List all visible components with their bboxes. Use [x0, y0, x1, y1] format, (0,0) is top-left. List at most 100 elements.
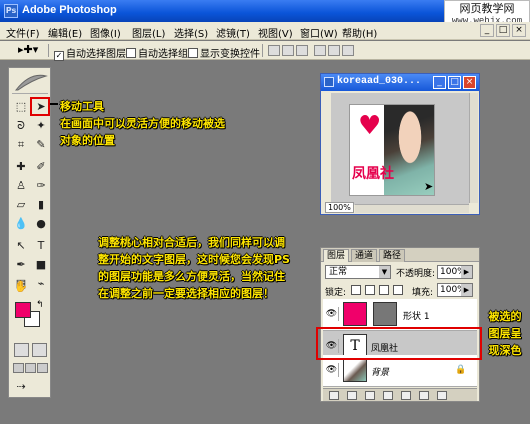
background-thumbnail — [343, 358, 367, 382]
blend-mode-select[interactable]: 正常 ▼ — [325, 265, 391, 279]
options-separator — [262, 44, 263, 57]
align-left-button[interactable] — [314, 45, 326, 56]
lock-position-icon[interactable] — [379, 285, 389, 295]
fill-field[interactable]: 100% ▶ — [437, 283, 473, 297]
align-right-button[interactable] — [342, 45, 354, 56]
auto-select-group-checkbox[interactable]: 自动选择组 — [126, 45, 188, 60]
menu-layer[interactable]: 图层(L) — [132, 25, 165, 40]
zoom-level[interactable]: 100% — [325, 202, 354, 213]
visibility-eye-icon[interactable]: 👁 — [325, 307, 339, 321]
tab-layers[interactable]: 图层 — [323, 249, 350, 262]
checkbox-icon — [126, 48, 136, 58]
watermark-line1: 网页教学网 — [459, 2, 515, 15]
new-group-icon[interactable] — [401, 391, 411, 400]
foreground-color-swatch[interactable] — [15, 302, 31, 318]
tab-channels[interactable]: 通道 — [351, 249, 378, 262]
shape-tool-icon[interactable]: ■ — [33, 257, 49, 273]
screen-mode-standard-button[interactable] — [13, 363, 24, 373]
align-bottom-button[interactable] — [296, 45, 308, 56]
eraser-tool-icon[interactable]: ▱ — [13, 197, 29, 213]
magic-wand-tool-icon[interactable]: ✦ — [33, 118, 49, 134]
layer-name: 背景 — [371, 368, 390, 378]
window-controls: _ □ × — [478, 24, 526, 38]
vertical-scrollbar[interactable] — [469, 93, 478, 203]
move-tool-preset-icon[interactable]: ▸✚▾ — [18, 43, 38, 56]
menu-edit[interactable]: 编辑(E) — [48, 25, 82, 40]
opacity-label: 不透明度: — [396, 269, 436, 279]
adjust-layer-annotation: 调整桃心相对合适后，我们同样可以调整开始的文字图层，这时候您会发现PS的图层功能… — [98, 236, 290, 300]
menu-help[interactable]: 帮助(H) — [342, 25, 377, 40]
minimize-button[interactable]: _ — [480, 24, 494, 37]
type-tool-icon[interactable]: T — [33, 238, 49, 254]
pen-tool-icon[interactable]: ✒ — [13, 257, 29, 273]
feather-icon — [14, 74, 48, 91]
align-middle-button[interactable] — [282, 45, 294, 56]
lock-icon: 🔒 — [455, 365, 467, 375]
chevron-right-icon: ▶ — [461, 266, 472, 278]
menu-image[interactable]: 图像(I) — [90, 25, 121, 40]
image-text-layer[interactable]: 凤凰社 — [352, 163, 394, 183]
chevron-down-icon: ▼ — [379, 266, 390, 278]
options-separator — [48, 44, 49, 57]
auto-select-layer-checkbox[interactable]: ✓ 自动选择图层 — [54, 45, 126, 61]
standard-mode-button[interactable] — [14, 343, 29, 357]
lock-all-icon[interactable] — [393, 285, 403, 295]
screen-mode-full-menu-button[interactable] — [25, 363, 36, 373]
align-top-button[interactable] — [268, 45, 280, 56]
marquee-tool-icon[interactable]: ⬚ — [13, 99, 29, 115]
slice-tool-icon[interactable]: ✎ — [33, 137, 49, 153]
path-select-icon[interactable]: ↖ — [13, 238, 29, 254]
document-title-bar: koreaad_030... _ □ × — [321, 74, 479, 91]
dodge-tool-icon[interactable]: ● — [33, 216, 49, 232]
gradient-tool-icon[interactable]: ▮ — [33, 197, 49, 213]
crop-tool-icon[interactable]: ⌗ — [13, 137, 29, 153]
quick-mask-button[interactable] — [32, 343, 47, 357]
layers-panel-buttons — [323, 388, 477, 401]
jump-to-imageready-icon[interactable]: ⇢ — [13, 379, 29, 395]
history-brush-icon[interactable]: ✑ — [33, 178, 49, 194]
document-image[interactable]: ♥ 凤凰社 ➤ — [349, 104, 435, 196]
menu-filter[interactable]: 滤镜(T) — [216, 25, 250, 40]
new-layer-icon[interactable] — [419, 391, 429, 400]
screen-mode-full-button[interactable] — [37, 363, 48, 373]
menu-select[interactable]: 选择(S) — [174, 25, 208, 40]
healing-brush-icon[interactable]: ✚ — [13, 159, 29, 175]
move-tool-highlight-box — [30, 97, 50, 116]
horizontal-scrollbar[interactable] — [355, 204, 469, 213]
layer-style-icon[interactable] — [347, 391, 357, 400]
lock-transparency-icon[interactable] — [351, 285, 361, 295]
eyedropper-icon[interactable]: ⌁ — [33, 276, 49, 292]
restore-button[interactable]: □ — [496, 24, 510, 37]
align-center-button[interactable] — [328, 45, 340, 56]
document-window: koreaad_030... _ □ × ♥ 凤凰社 ➤ 100% — [320, 73, 480, 215]
menu-view[interactable]: 视图(V) — [258, 25, 293, 40]
doc-close-button[interactable]: × — [463, 76, 476, 89]
hand-tool-icon[interactable]: ✋ — [13, 279, 29, 295]
document-icon — [324, 77, 334, 87]
brush-tool-icon[interactable]: ✐ — [33, 159, 49, 175]
doc-maximize-button[interactable]: □ — [448, 76, 461, 89]
document-canvas[interactable]: ♥ 凤凰社 ➤ — [331, 93, 469, 205]
tab-paths[interactable]: 路径 — [379, 249, 406, 262]
lock-image-icon[interactable] — [365, 285, 375, 295]
selected-layer-highlight-box — [316, 327, 482, 360]
heart-shape[interactable]: ♥ — [358, 113, 381, 139]
clone-stamp-icon[interactable]: ♙ — [13, 178, 29, 194]
add-mask-icon[interactable] — [365, 391, 375, 400]
show-transform-controls-checkbox[interactable]: 显示变换控件 — [188, 45, 260, 60]
close-button[interactable]: × — [512, 24, 526, 37]
doc-minimize-button[interactable]: _ — [433, 76, 446, 89]
link-layers-icon[interactable] — [329, 391, 339, 400]
visibility-eye-icon[interactable]: 👁 — [325, 363, 339, 377]
menu-window[interactable]: 窗口(W) — [300, 25, 338, 40]
blur-tool-icon[interactable]: 💧 — [13, 216, 29, 232]
lasso-tool-icon[interactable]: ᘐ — [13, 118, 29, 134]
move-tool-annotation-title: 移动工具 — [60, 100, 104, 113]
delete-layer-icon[interactable] — [437, 391, 447, 400]
adjustment-layer-icon[interactable] — [383, 391, 393, 400]
layers-panel: 图层 通道 路径 正常 ▼ 不透明度: 100% ▶ 锁定: 填充: 100% … — [320, 247, 480, 402]
opacity-field[interactable]: 100% ▶ — [437, 265, 473, 279]
menu-file[interactable]: 文件(F) — [6, 25, 40, 40]
swap-colors-icon[interactable]: ↰ — [36, 300, 44, 310]
chevron-right-icon: ▶ — [461, 284, 472, 296]
